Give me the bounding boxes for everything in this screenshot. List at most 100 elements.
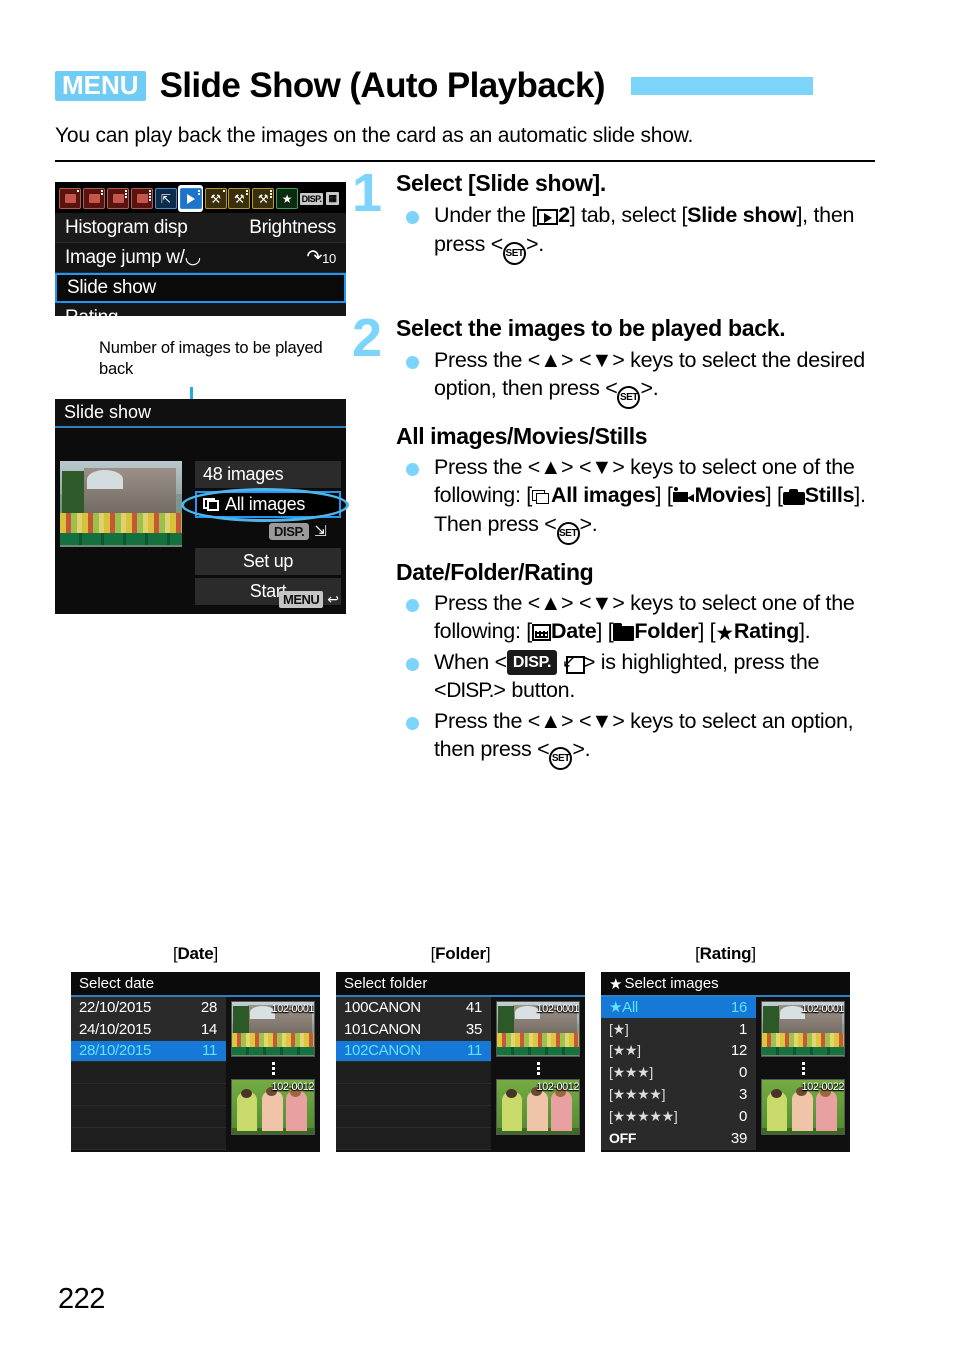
set-up-button[interactable]: Set up <box>195 548 341 575</box>
menu-row-image-jump[interactable]: Image jump w/◡ ↷10 <box>55 243 346 273</box>
star-icon: ★ <box>609 975 623 993</box>
list-item[interactable]: 22/10/2015 28 <box>71 997 226 1019</box>
image-count-field: 48 images <box>195 461 341 488</box>
rating-2-icon: [★★] <box>609 1042 641 1059</box>
set-button-icon: SET <box>549 746 573 770</box>
screen-title: ★ Select images <box>601 972 850 997</box>
tab-icon-shoot-1 <box>59 186 82 211</box>
list-item[interactable]: [★★★★★] 0 <box>601 1105 756 1128</box>
step-1: 1 Select [Slide show]. Under the [2] tab… <box>352 166 882 265</box>
thumbnail-panel: 102-0001 102-0012 <box>226 997 320 1150</box>
screen-title: Select date <box>71 972 320 997</box>
menu-row-label: Histogram disp <box>65 216 188 238</box>
screen-title: Select folder <box>336 972 585 997</box>
list-item[interactable]: 100CANON 41 <box>336 997 491 1019</box>
tab-icon-my-menu: ★ <box>276 186 299 211</box>
movies-icon <box>672 487 695 505</box>
list-item[interactable]: [★] 1 <box>601 1018 756 1041</box>
page-header: MENU Slide Show (Auto Playback) <box>55 62 900 110</box>
folder-list: 100CANON 41 101CANON 35 102CANON 11 <box>336 997 491 1150</box>
section-bullet: Press the <▲> <▼> keys to select one of … <box>396 453 882 545</box>
step-2: 2 Select the images to be played back. P… <box>352 311 882 409</box>
list-item-selected[interactable]: ★All 16 <box>601 997 756 1019</box>
stills-icon <box>782 489 805 506</box>
thumbnail-filename: 102-0001 <box>536 1003 580 1015</box>
thumbnail-filename: 102-0012 <box>271 1081 315 1093</box>
menu-disp-indicator: DISP. ▦ <box>299 192 342 205</box>
set-button-icon: SET <box>503 241 527 265</box>
thumbnail-bottom: 102-0012 <box>496 1079 580 1135</box>
tab-icon-setup-2: ⚒ <box>228 186 251 211</box>
camera-menu-screenshot: ⇱ ⚒ ⚒ ⚒ ★ DISP. ▦ Histogram disp Brightn… <box>55 182 346 328</box>
ellipsis-icon <box>271 1057 275 1079</box>
step-number: 1 <box>352 163 383 223</box>
highlight-ellipse <box>181 488 349 522</box>
disp-hint: DISP. ⇲ <box>269 522 327 540</box>
tab-icon-playback-2[interactable] <box>178 185 204 212</box>
disp-button-text: DISP. <box>446 678 494 702</box>
rating-1-icon: [★] <box>609 1020 629 1037</box>
section-all-images: All images/Movies/Stills Press the <▲> <… <box>396 423 882 545</box>
grid-icon: ▦ <box>326 192 339 205</box>
intro-text: You can play back the images on the card… <box>55 124 694 147</box>
preview-thumbnail <box>60 461 182 547</box>
thumbnail-filename: 102-0022 <box>801 1081 845 1093</box>
section-heading: All images/Movies/Stills <box>396 423 648 449</box>
thumbnail-panel: 102-0001 102-0022 <box>756 997 850 1150</box>
list-item <box>71 1062 226 1085</box>
list-item[interactable]: [★★] 12 <box>601 1040 756 1063</box>
menu-chip-label: MENU <box>278 591 324 608</box>
tab-icon-shoot-3 <box>107 186 130 211</box>
list-item <box>336 1105 491 1128</box>
list-item[interactable]: [★★★★] 3 <box>601 1084 756 1106</box>
menu-row-slide-show[interactable]: Slide show <box>55 273 346 303</box>
thumbnail-bottom: 102-0012 <box>231 1079 315 1135</box>
manual-page: MENU Slide Show (Auto Playback) You can … <box>0 0 954 1345</box>
menu-row-label: Rating <box>65 307 119 328</box>
menu-row-rating[interactable]: Rating <box>55 303 346 333</box>
step-bullet: Under the [2] tab, select [Slide show], … <box>396 201 882 265</box>
slide-show-title: Slide show <box>55 399 346 428</box>
list-item <box>71 1127 226 1150</box>
menu-row-histogram[interactable]: Histogram disp Brightness <box>55 213 346 243</box>
list-item[interactable]: OFF 39 <box>601 1127 756 1150</box>
list-item-selected[interactable]: 102CANON 11 <box>336 1040 491 1063</box>
section-bullet: Press the <▲> <▼> keys to select one of … <box>396 589 882 646</box>
select-folder-screen: Select folder 100CANON 41 101CANON 35 102C… <box>336 972 585 1152</box>
thumbnail-bottom: 102-0022 <box>761 1079 845 1135</box>
thumbnail-top: 102-0001 <box>231 1001 315 1057</box>
menu-row-value: Brightness <box>249 216 336 238</box>
disp-chip-label: DISP. <box>269 522 310 540</box>
shot-date: [Date] Select date 22/10/2015 28 24/10/20… <box>71 944 320 1152</box>
list-item[interactable]: 24/10/2015 14 <box>71 1018 226 1041</box>
jump-icon <box>562 651 585 674</box>
list-item-selected[interactable]: 28/10/2015 11 <box>71 1040 226 1063</box>
callout-caption: Number of images to be played back <box>99 339 323 379</box>
step-number: 2 <box>352 307 383 368</box>
menu-tab-bar: ⇱ ⚒ ⚒ ⚒ ★ DISP. ▦ <box>55 182 346 213</box>
set-button-icon: SET <box>556 521 580 545</box>
list-item <box>71 1084 226 1106</box>
date-icon <box>531 624 551 642</box>
all-images-icon <box>531 490 551 505</box>
tab-icon-setup-1: ⚒ <box>204 186 227 211</box>
ellipsis-icon <box>801 1057 805 1079</box>
list-item[interactable]: [★★★] 0 <box>601 1062 756 1085</box>
thumbnail-filename: 102-0001 <box>801 1003 845 1015</box>
menu-badge: MENU <box>55 71 146 101</box>
step-bullet: Press the <▲> <▼> keys to select the des… <box>396 346 882 409</box>
page-number: 222 <box>58 1283 105 1315</box>
menu-row-label: Slide show <box>67 277 156 298</box>
thumbnail-panel: 102-0001 102-0012 <box>491 997 585 1150</box>
tab-icon-shoot-2 <box>83 186 106 211</box>
list-item <box>71 1105 226 1128</box>
header-accent-bar <box>630 77 813 95</box>
slide-show-screenshot: Slide show 48 images All images DISP. ⇲ … <box>55 399 349 614</box>
disp-label: DISP. <box>299 192 324 205</box>
tab-icon-shoot-4 <box>131 186 154 211</box>
step-heading: Select the images to be played back. <box>396 314 786 341</box>
back-arrow-icon: ↩ <box>327 591 339 607</box>
disp-chip-icon: DISP. <box>506 649 558 675</box>
list-item <box>336 1062 491 1085</box>
list-item[interactable]: 101CANON 35 <box>336 1018 491 1041</box>
